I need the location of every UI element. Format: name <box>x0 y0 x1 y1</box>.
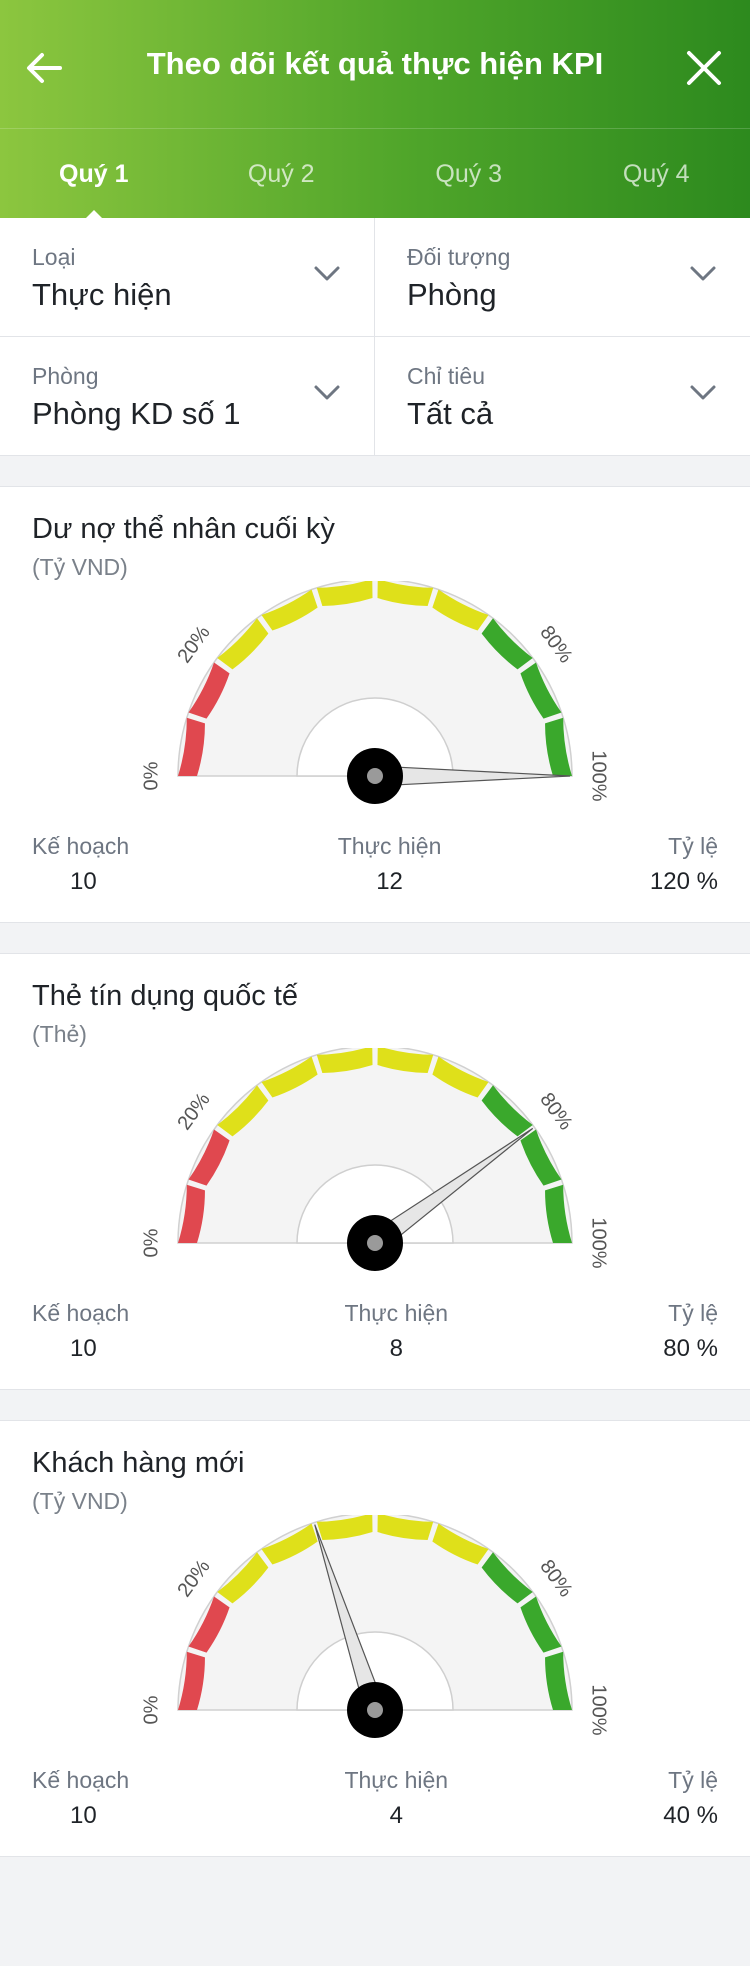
filter-target-select[interactable]: Đối tượng Phòng <box>375 218 750 337</box>
gauge-tick-label: 0% <box>140 1228 162 1257</box>
chevron-down-icon <box>690 266 716 281</box>
gauge-tick-label: 20% <box>173 1089 214 1134</box>
chevron-down-icon <box>314 385 340 400</box>
chevron-down-icon <box>690 385 716 400</box>
close-button[interactable] <box>676 40 732 96</box>
actual-value: 8 <box>389 1335 403 1362</box>
plan-value: 10 <box>70 1802 97 1829</box>
kpi-unit: (Tỷ VND) <box>32 554 128 580</box>
close-icon <box>687 51 721 85</box>
plan-value: 10 <box>70 1335 97 1362</box>
quarter-tabs: Quý 1 Quý 2 Quý 3 Quý 4 <box>0 128 750 219</box>
kpi-gauge: 0%20%40%60%80%100% <box>140 581 610 804</box>
gauge-pivot-dot <box>367 1235 383 1251</box>
tab-quarter-3[interactable]: Quý 3 <box>375 129 563 219</box>
gauge-container: 0%20%40%60%80%100% <box>0 1515 750 1785</box>
kpi-title: Dư nợ thể nhân cuối kỳ <box>32 513 335 545</box>
gauge-tick-label: 100% <box>588 1684 610 1735</box>
spacer <box>0 456 750 486</box>
gauge-tick-label: 20% <box>173 1556 214 1601</box>
gauge-tick-label: 20% <box>173 622 214 667</box>
kpi-unit: (Tỷ VND) <box>32 1488 128 1514</box>
spacer <box>0 1390 750 1420</box>
gauge-container: 0%20%40%60%80%100% <box>0 581 750 851</box>
gauge-tick-label: 100% <box>588 750 610 801</box>
gauge-pivot-dot <box>367 768 383 784</box>
kpi-card: Khách hàng mới (Tỷ VND) 0%20%40%60%80%10… <box>0 1420 750 1857</box>
kpi-unit: (Thẻ) <box>32 1021 87 1047</box>
kpi-card: Dư nợ thể nhân cuối kỳ (Tỷ VND) 0%20%40%… <box>0 486 750 923</box>
kpi-gauge: 0%20%40%60%80%100% <box>140 1515 610 1738</box>
actual-value: 4 <box>389 1802 403 1829</box>
gauge-tick-label: 80% <box>535 622 576 667</box>
gauge-tick-label: 0% <box>140 1695 162 1724</box>
ratio-value: 40 % <box>663 1802 718 1829</box>
top-bar: Theo dõi kết quả thực hiện KPI <box>0 0 750 128</box>
filter-indicator-select[interactable]: Chỉ tiêu Tất cả <box>375 337 750 456</box>
tab-quarter-4[interactable]: Quý 4 <box>563 129 750 219</box>
tab-quarter-2[interactable]: Quý 2 <box>188 129 376 219</box>
kpi-title: Thẻ tín dụng quốc tế <box>32 980 299 1012</box>
kpi-card: Thẻ tín dụng quốc tế (Thẻ) 0%20%40%60%80… <box>0 953 750 1390</box>
ratio-value: 120 % <box>649 868 718 895</box>
gauge-tick-label: 0% <box>140 761 162 790</box>
filter-type-select[interactable]: Loại Thực hiện <box>0 218 375 337</box>
filter-department-select[interactable]: Phòng Phòng KD số 1 <box>0 337 375 456</box>
spacer <box>0 923 750 953</box>
gauge-tick-label: 80% <box>535 1556 576 1601</box>
kpi-gauge: 0%20%40%60%80%100% <box>140 1048 610 1271</box>
gauge-container: 0%20%40%60%80%100% <box>0 1048 750 1318</box>
ratio-value: 80 % <box>663 1335 718 1362</box>
tab-quarter-1[interactable]: Quý 1 <box>0 129 188 219</box>
page-title: Theo dõi kết quả thực hiện KPI <box>146 46 604 81</box>
gauge-tick-label: 80% <box>535 1089 576 1134</box>
app-header: Theo dõi kết quả thực hiện KPI Quý 1 Quý… <box>0 0 750 219</box>
filter-panel: Loại Thực hiện Đối tượng Phòng Phòng Phò… <box>0 218 750 456</box>
gauge-tick-label: 100% <box>588 1217 610 1268</box>
plan-value: 10 <box>70 868 97 895</box>
gauge-pivot-dot <box>367 1702 383 1718</box>
kpi-title: Khách hàng mới <box>32 1447 245 1479</box>
chevron-down-icon <box>314 266 340 281</box>
actual-value: 12 <box>376 868 403 895</box>
